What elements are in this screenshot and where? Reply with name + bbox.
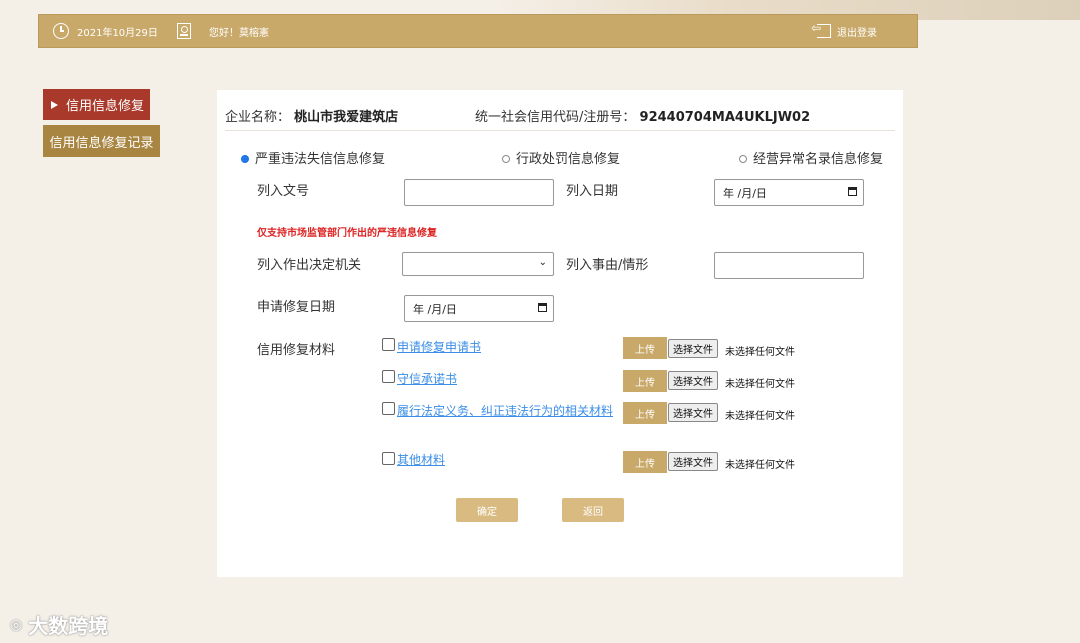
user-greeting: 您好！莫榕憲 bbox=[177, 15, 269, 47]
triangle-right-icon bbox=[51, 100, 58, 109]
radio-abnormal-operation[interactable]: 经营异常名录信息修复 bbox=[739, 148, 883, 167]
material-link[interactable]: 守信承诺书 bbox=[397, 371, 457, 387]
chevron-down-icon: ⌄ bbox=[538, 257, 547, 268]
date-placeholder: 年 /月/日 bbox=[723, 186, 767, 200]
material-checkbox[interactable] bbox=[382, 370, 395, 383]
company-info: 企业名称： 桃山市我爱建筑店 bbox=[225, 106, 398, 125]
date-placeholder: 年 /月/日 bbox=[413, 302, 457, 316]
list-date-label: 列入日期 bbox=[566, 184, 619, 199]
divider bbox=[225, 130, 895, 131]
choose-file-button[interactable]: 选择文件 bbox=[668, 371, 718, 390]
sidebar-item-label: 信用信息修复记录 bbox=[49, 135, 154, 151]
no-file-text: 未选择任何文件 bbox=[725, 347, 795, 358]
upload-button[interactable]: 上传 bbox=[623, 370, 667, 392]
radio-admin-penalty[interactable]: 行政处罚信息修复 bbox=[502, 148, 620, 167]
reason-input[interactable] bbox=[714, 252, 864, 279]
radio-label: 行政处罚信息修复 bbox=[516, 152, 621, 167]
watermark-text: 大数跨境 bbox=[28, 614, 109, 638]
credit-code-label: 统一社会信用代码/注册号： bbox=[475, 110, 636, 125]
logout-label: 退出登录 bbox=[837, 27, 877, 39]
list-date-input[interactable]: 年 /月/日 bbox=[714, 179, 864, 206]
clock-icon bbox=[53, 23, 69, 39]
radio-unselected-icon bbox=[502, 154, 510, 163]
user-card-icon bbox=[177, 23, 191, 39]
choose-file-button[interactable]: 选择文件 bbox=[668, 403, 718, 422]
no-file-text: 未选择任何文件 bbox=[725, 460, 795, 471]
material-link[interactable]: 申请修复申请书 bbox=[397, 339, 481, 355]
no-file-text: 未选择任何文件 bbox=[725, 411, 795, 422]
materials-label: 信用修复材料 bbox=[257, 343, 336, 358]
choose-file-button[interactable]: 选择文件 bbox=[668, 452, 718, 471]
radio-selected-icon bbox=[241, 154, 249, 163]
date-display: 2021年10月29日 bbox=[53, 15, 158, 47]
material-checkbox[interactable] bbox=[382, 338, 395, 351]
radio-unselected-icon bbox=[739, 154, 747, 163]
material-checkbox[interactable] bbox=[382, 452, 395, 465]
upload-button[interactable]: 上传 bbox=[623, 337, 667, 359]
material-link[interactable]: 其他材料 bbox=[397, 452, 445, 468]
material-link[interactable]: 履行法定义务、纠正违法行为的相关材料 bbox=[397, 403, 615, 419]
choose-file-button[interactable]: 选择文件 bbox=[668, 339, 718, 358]
doc-no-label: 列入文号 bbox=[257, 184, 310, 199]
sidebar-item-credit-repair[interactable]: 信用信息修复 bbox=[43, 89, 150, 120]
material-checkbox[interactable] bbox=[382, 402, 395, 415]
logout-button[interactable]: 退出登录 bbox=[811, 15, 877, 47]
radio-label: 经营异常名录信息修复 bbox=[753, 152, 884, 167]
logout-icon bbox=[811, 21, 831, 38]
date-text: 2021年10月29日 bbox=[77, 27, 158, 39]
calendar-icon bbox=[848, 187, 857, 196]
reason-label: 列入事由/情形 bbox=[566, 258, 649, 273]
company-label: 企业名称： bbox=[225, 110, 291, 125]
radio-serious-violation[interactable]: 严重违法失信信息修复 bbox=[241, 148, 385, 167]
sidebar-item-label: 信用信息修复 bbox=[66, 99, 145, 114]
watermark-logo-icon: ◎ bbox=[10, 616, 23, 633]
apply-date-label: 申请修复日期 bbox=[257, 300, 336, 315]
upload-button[interactable]: 上传 bbox=[623, 402, 667, 424]
authority-label: 列入作出决定机关 bbox=[257, 258, 362, 273]
apply-date-input[interactable]: 年 /月/日 bbox=[404, 295, 554, 322]
form-panel: 企业名称： 桃山市我爱建筑店 统一社会信用代码/注册号： 92440704MA4… bbox=[217, 90, 903, 577]
sidebar-item-repair-records[interactable]: 信用信息修复记录 bbox=[43, 125, 160, 157]
authority-select[interactable]: ⌄ bbox=[402, 252, 554, 276]
greeting-text: 您好！莫榕憲 bbox=[209, 27, 269, 39]
confirm-button[interactable]: 确定 bbox=[456, 498, 518, 522]
watermark: ◎ 大数跨境 bbox=[10, 610, 108, 639]
notice-text: 仅支持市场监管部门作出的严违信息修复 bbox=[257, 228, 437, 239]
no-file-text: 未选择任何文件 bbox=[725, 379, 795, 390]
credit-code-value: 92440704MA4UKLJW02 bbox=[639, 110, 811, 125]
top-bar: 2021年10月29日 您好！莫榕憲 退出登录 bbox=[38, 14, 918, 48]
credit-code-info: 统一社会信用代码/注册号： 92440704MA4UKLJW02 bbox=[475, 106, 810, 125]
calendar-icon bbox=[538, 303, 547, 312]
upload-button[interactable]: 上传 bbox=[623, 451, 667, 473]
back-button[interactable]: 返回 bbox=[562, 498, 624, 522]
company-name: 桃山市我爱建筑店 bbox=[294, 110, 399, 125]
radio-label: 严重违法失信信息修复 bbox=[255, 152, 386, 167]
doc-no-input[interactable] bbox=[404, 179, 554, 206]
